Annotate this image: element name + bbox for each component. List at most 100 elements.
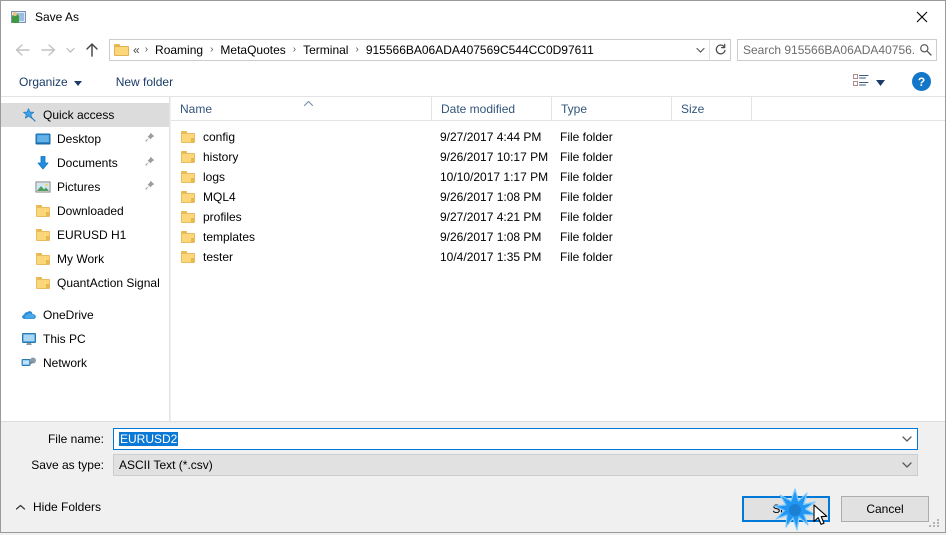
breadcrumb-separator: › bbox=[210, 44, 214, 55]
file-name-label: logs bbox=[203, 170, 226, 184]
breadcrumb-item-guid[interactable]: 915566BA06ADA407569C544CC0D97611 bbox=[364, 42, 596, 58]
table-row[interactable]: templates 9/26/2017 1:08 PM File folder bbox=[171, 227, 945, 247]
documents-icon bbox=[35, 155, 51, 171]
pin-icon[interactable] bbox=[144, 180, 155, 194]
column-header-name[interactable]: Name bbox=[171, 97, 431, 120]
table-row[interactable]: config 9/27/2017 4:44 PM File folder bbox=[171, 127, 945, 147]
navigation-pane: Quick access Desktop Documents Pictures … bbox=[1, 97, 170, 421]
recent-locations-chevron-down-icon[interactable] bbox=[61, 37, 79, 63]
file-name-cell: templates bbox=[171, 229, 431, 245]
pin-icon[interactable] bbox=[144, 132, 155, 146]
file-type-cell: File folder bbox=[560, 130, 613, 144]
folder-icon bbox=[180, 229, 196, 245]
star-pin-icon bbox=[21, 107, 37, 123]
file-date-cell: 9/27/2017 4:44 PM bbox=[440, 130, 542, 144]
table-row[interactable]: logs 10/10/2017 1:17 PM File folder bbox=[171, 167, 945, 187]
sidebar-item-this-pc[interactable]: This PC bbox=[1, 327, 169, 351]
sidebar-item-downloaded[interactable]: Downloaded bbox=[1, 199, 169, 223]
sidebar-item-my-work[interactable]: My Work bbox=[1, 247, 169, 271]
up-arrow-icon[interactable] bbox=[79, 37, 105, 63]
breadcrumb-separator: › bbox=[292, 44, 297, 55]
column-header-label: Type bbox=[561, 101, 588, 116]
chevron-down-icon[interactable] bbox=[897, 462, 917, 468]
pin-icon[interactable] bbox=[144, 156, 155, 170]
sidebar-item-documents[interactable]: Documents bbox=[1, 151, 169, 175]
file-name-cell: config bbox=[171, 129, 431, 145]
pictures-icon bbox=[35, 179, 51, 195]
cancel-button[interactable]: Cancel bbox=[841, 496, 929, 522]
sidebar-item-eurusd-h1[interactable]: EURUSD H1 bbox=[1, 223, 169, 247]
sidebar-item-network[interactable]: Network bbox=[1, 351, 169, 375]
save-button[interactable]: Save bbox=[742, 496, 830, 522]
help-label: ? bbox=[917, 74, 926, 89]
search-icon[interactable] bbox=[914, 43, 936, 56]
save-form: File name: EURUSD2 Save as type: ASCII T… bbox=[1, 421, 945, 487]
file-name-input[interactable]: EURUSD2 bbox=[113, 428, 918, 450]
file-name-label: config bbox=[203, 130, 236, 144]
file-name-label: MQL4 bbox=[203, 190, 236, 204]
sidebar-item-quick-access[interactable]: Quick access bbox=[1, 103, 169, 127]
table-row[interactable]: history 9/26/2017 10:17 PM File folder bbox=[171, 147, 945, 167]
this-pc-icon bbox=[21, 331, 37, 347]
folder-icon bbox=[35, 227, 51, 243]
hide-folders-button[interactable]: Hide Folders bbox=[15, 496, 101, 518]
dialog-footer: Hide Folders Save Cancel bbox=[1, 487, 945, 532]
sidebar-item-quantaction-signal[interactable]: QuantAction Signal bbox=[1, 271, 169, 295]
file-type-cell: File folder bbox=[560, 250, 613, 264]
organize-button[interactable]: Organize bbox=[11, 70, 90, 94]
file-date-cell: 10/10/2017 1:17 PM bbox=[440, 170, 549, 184]
new-folder-label: New folder bbox=[115, 74, 174, 89]
file-list-pane: Name Date modified Type Size config 9/27… bbox=[171, 97, 945, 421]
column-header-size[interactable]: Size bbox=[671, 97, 751, 120]
sidebar-item-label: Documents bbox=[57, 156, 118, 170]
sidebar-item-onedrive[interactable]: OneDrive bbox=[1, 303, 169, 327]
back-arrow-icon[interactable] bbox=[9, 37, 35, 63]
file-date-cell: 10/4/2017 1:35 PM bbox=[440, 250, 542, 264]
sidebar-item-label: This PC bbox=[43, 332, 86, 346]
column-header-type[interactable]: Type bbox=[551, 97, 671, 120]
breadcrumb-item-metaquotes[interactable]: MetaQuotes bbox=[218, 42, 287, 58]
sidebar-item-label: EURUSD H1 bbox=[57, 228, 127, 242]
table-row[interactable]: profiles 9/27/2017 4:21 PM File folder bbox=[171, 207, 945, 227]
file-date-cell: 9/26/2017 1:08 PM bbox=[440, 230, 542, 244]
resize-grip-icon[interactable] bbox=[929, 517, 941, 529]
help-icon[interactable]: ? bbox=[912, 72, 931, 91]
folder-icon bbox=[180, 209, 196, 225]
command-toolbar: Organize New folder ? bbox=[1, 67, 945, 97]
view-mode-button[interactable] bbox=[848, 70, 890, 94]
organize-label: Organize bbox=[19, 74, 68, 89]
refresh-icon[interactable] bbox=[709, 39, 730, 60]
file-name-value: EURUSD2 bbox=[119, 432, 179, 446]
file-name-cell: profiles bbox=[171, 209, 431, 225]
file-name-label: tester bbox=[203, 250, 234, 264]
column-header-label: Date modified bbox=[441, 101, 516, 116]
new-folder-button[interactable]: New folder bbox=[108, 70, 181, 94]
folder-icon bbox=[180, 149, 196, 165]
column-header-label: Size bbox=[681, 101, 705, 116]
search-input[interactable]: Search 915566BA06ADA40756... bbox=[737, 38, 937, 61]
column-header-date-modified[interactable]: Date modified bbox=[431, 97, 551, 120]
sidebar-item-label: QuantAction Signal bbox=[57, 276, 160, 290]
breadcrumb-item-roaming[interactable]: Roaming bbox=[153, 42, 205, 58]
table-row[interactable]: tester 10/4/2017 1:35 PM File folder bbox=[171, 247, 945, 267]
address-chevron-down-icon[interactable] bbox=[691, 47, 709, 53]
address-bar[interactable]: « › Roaming › MetaQuotes › Terminal › 91… bbox=[109, 38, 731, 61]
save-as-dialog: Save As « › Roaming › MetaQuotes › Termi… bbox=[0, 0, 946, 533]
onedrive-icon bbox=[21, 307, 37, 323]
save-as-type-select[interactable]: ASCII Text (*.csv) bbox=[113, 454, 918, 476]
file-type-cell: File folder bbox=[560, 230, 613, 244]
forward-arrow-icon[interactable] bbox=[35, 37, 61, 63]
sidebar-item-desktop[interactable]: Desktop bbox=[1, 127, 169, 151]
file-type-cell: File folder bbox=[560, 150, 613, 164]
view-mode-icon bbox=[853, 73, 869, 90]
caret-down-icon[interactable] bbox=[876, 75, 885, 89]
breadcrumb-prefix[interactable]: « bbox=[132, 43, 140, 57]
chevron-down-icon[interactable] bbox=[897, 436, 917, 442]
table-row[interactable]: MQL4 9/26/2017 1:08 PM File folder bbox=[171, 187, 945, 207]
close-icon[interactable] bbox=[899, 1, 945, 32]
sidebar-item-pictures[interactable]: Pictures bbox=[1, 175, 169, 199]
hide-folders-label: Hide Folders bbox=[33, 500, 102, 514]
file-type-cell: File folder bbox=[560, 210, 613, 224]
breadcrumb-item-terminal[interactable]: Terminal bbox=[301, 42, 350, 58]
save-as-type-value: ASCII Text (*.csv) bbox=[119, 458, 213, 472]
